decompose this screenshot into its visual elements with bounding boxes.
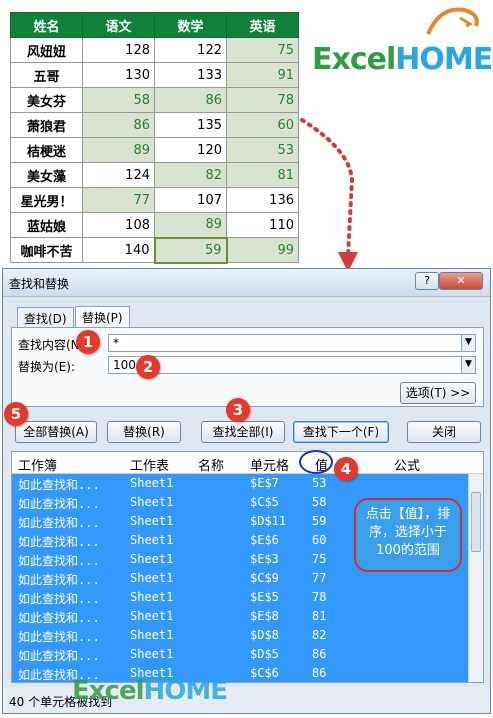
- dotted-arrow-icon: [300, 118, 358, 272]
- watermark-excel-text: Excel: [72, 676, 144, 706]
- result-cell: $E$7: [250, 476, 279, 490]
- excelhome-watermark-logo: ExcelHOME: [72, 676, 228, 706]
- result-cell: $D$11: [250, 514, 287, 528]
- column-sheet[interactable]: 工作表: [130, 455, 169, 474]
- result-book: 如此查找和...: [18, 649, 100, 663]
- result-sheet: Sheet1: [130, 647, 174, 661]
- replace-dropdown-icon[interactable]: ▼: [461, 357, 475, 373]
- result-cell: $C$9: [250, 571, 279, 585]
- list-item[interactable]: 如此查找和... Sheet1 $D$8 82: [12, 626, 470, 645]
- list-item[interactable]: 如此查找和... Sheet1 $E$8 81: [12, 607, 470, 626]
- dialog-title: 查找和替换: [9, 277, 70, 291]
- result-book: 如此查找和...: [18, 516, 100, 530]
- result-sheet: Sheet1: [130, 514, 174, 528]
- column-name[interactable]: 名称: [198, 455, 224, 474]
- result-book: 如此查找和...: [18, 592, 100, 606]
- result-sheet: Sheet1: [130, 628, 174, 642]
- find-input[interactable]: *: [108, 334, 476, 352]
- result-book: 如此查找和...: [18, 535, 100, 549]
- replace-all-button[interactable]: 全部替换(A): [15, 421, 97, 443]
- options-button[interactable]: 选项(T) >>: [400, 382, 476, 404]
- tab-replace[interactable]: 替换(P): [75, 306, 130, 327]
- result-sheet: Sheet1: [130, 495, 174, 509]
- find-next-button[interactable]: 查找下一个(F): [293, 421, 389, 443]
- value-column-highlight-ring: [299, 450, 333, 474]
- replace-value: 100: [113, 358, 136, 372]
- result-book: 如此查找和...: [18, 611, 100, 625]
- result-sheet: Sheet1: [130, 476, 174, 490]
- dialog-titlebar[interactable]: 查找和替换 ? ✕: [3, 269, 490, 297]
- step-badge-2: 2: [136, 355, 160, 379]
- tab-find[interactable]: 查找(D): [17, 307, 74, 327]
- step-badge-3: 3: [226, 398, 250, 422]
- watermark-home-text: HOME: [143, 676, 228, 706]
- column-workbook[interactable]: 工作簿: [18, 455, 57, 474]
- result-sheet: Sheet1: [130, 552, 174, 566]
- result-book: 如此查找和...: [18, 554, 100, 568]
- result-value: 82: [312, 628, 327, 642]
- result-value: 60: [312, 533, 327, 547]
- results-header: 工作簿 工作表 名称 单元格 值 公式: [12, 452, 483, 474]
- result-sheet: Sheet1: [130, 590, 174, 604]
- result-value: 58: [312, 495, 327, 509]
- find-dropdown-icon[interactable]: ▼: [461, 335, 475, 351]
- result-value: 86: [312, 647, 327, 661]
- step-badge-4: 4: [334, 457, 358, 481]
- result-cell: $E$6: [250, 533, 279, 547]
- result-value: 86: [312, 666, 327, 680]
- close-icon[interactable]: ✕: [439, 272, 483, 290]
- result-cell: $E$8: [250, 609, 279, 623]
- results-scrollbar[interactable]: [468, 474, 483, 682]
- result-sheet: Sheet1: [130, 533, 174, 547]
- result-sheet: Sheet1: [130, 571, 174, 585]
- replace-button[interactable]: 替换(R): [107, 421, 181, 443]
- find-replace-dialog: 查找和替换 ? ✕ 查找(D) 替换(P) 查找内容(N): * ▼ 替换为(E…: [2, 268, 491, 714]
- instruction-callout: 点击【值】，排序，选择小于100的范围: [354, 498, 462, 572]
- step-badge-5: 5: [4, 402, 28, 426]
- result-value: 77: [312, 571, 327, 585]
- result-sheet: Sheet1: [130, 609, 174, 623]
- result-book: 如此查找和...: [18, 497, 100, 511]
- result-value: 81: [312, 609, 327, 623]
- column-cell[interactable]: 单元格: [250, 455, 289, 474]
- help-button[interactable]: ?: [415, 272, 439, 290]
- result-cell: $D$8: [250, 628, 279, 642]
- result-value: 59: [312, 514, 327, 528]
- list-item[interactable]: 如此查找和... Sheet1 $E$7 53: [12, 474, 470, 493]
- scrollbar-thumb[interactable]: [471, 492, 481, 552]
- step-badge-1: 1: [76, 330, 100, 354]
- find-all-button[interactable]: 查找全部(I): [201, 421, 285, 443]
- result-book: 如此查找和...: [18, 573, 100, 587]
- result-cell: $C$6: [250, 666, 279, 680]
- result-cell: $E$5: [250, 590, 279, 604]
- result-value: 75: [312, 552, 327, 566]
- result-cell: $E$3: [250, 552, 279, 566]
- find-value: *: [113, 336, 119, 350]
- result-value: 78: [312, 590, 327, 604]
- result-value: 53: [312, 476, 327, 490]
- close-button[interactable]: 关闭: [407, 421, 481, 443]
- result-book: 如此查找和...: [18, 630, 100, 644]
- result-book: 如此查找和...: [18, 478, 100, 492]
- list-item[interactable]: 如此查找和... Sheet1 $E$5 78: [12, 588, 470, 607]
- column-formula[interactable]: 公式: [394, 455, 420, 474]
- list-item[interactable]: 如此查找和... Sheet1 $D$5 86: [12, 645, 470, 664]
- replace-input[interactable]: 100: [108, 356, 476, 374]
- replace-label: 替换为(E):: [18, 360, 75, 374]
- result-cell: $C$5: [250, 495, 279, 509]
- result-cell: $D$5: [250, 647, 279, 661]
